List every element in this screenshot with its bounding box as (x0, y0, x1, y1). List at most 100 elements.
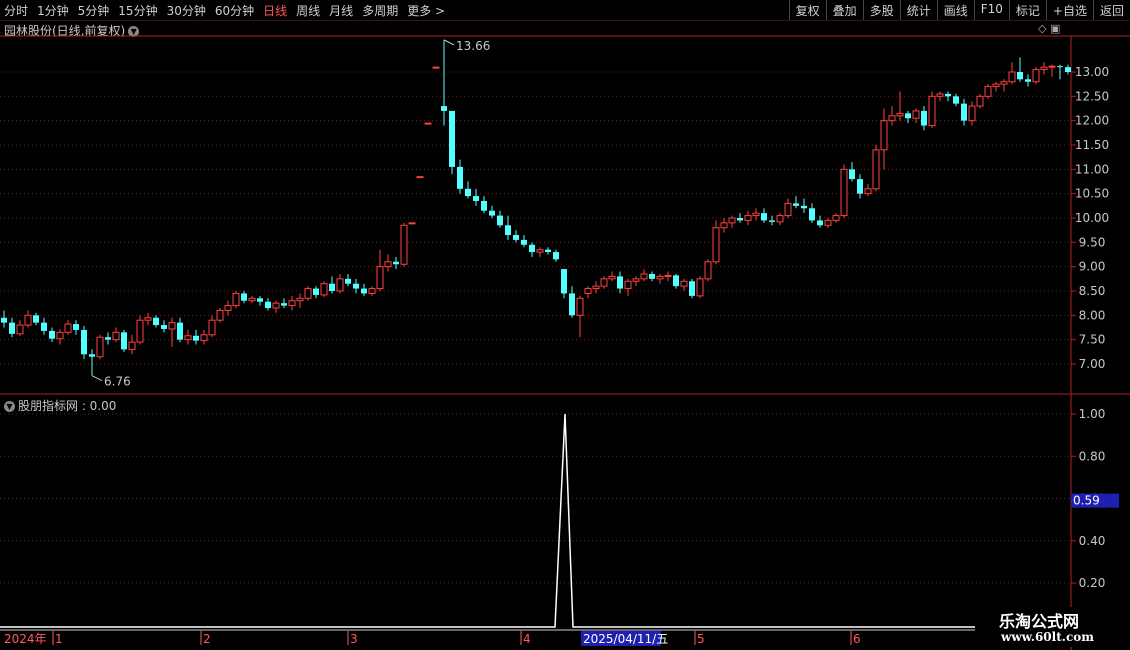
candle-body-down (1057, 66, 1063, 68)
candle-body-down (689, 281, 695, 296)
action-button-5[interactable]: F10 (973, 0, 1009, 20)
candle-body-up (752, 212, 760, 217)
month-label: 6 (853, 632, 861, 646)
action-button-1[interactable]: 叠加 (825, 0, 863, 20)
candle-body-up (272, 302, 280, 309)
action-button-3[interactable]: 统计 (899, 0, 937, 20)
candle-body-up (224, 305, 232, 311)
candle-body-up (864, 188, 872, 195)
candle-body-down (441, 106, 447, 111)
candle-body-up (16, 324, 24, 335)
candle-body-down (513, 235, 519, 240)
candle-body-up (776, 215, 784, 223)
action-button-4[interactable]: 画线 (936, 0, 974, 20)
candle-body-down (561, 269, 567, 294)
cursor-value-box (1071, 493, 1119, 508)
candle-body-up (24, 314, 32, 326)
candle-body-down (617, 276, 623, 289)
action-button-0[interactable]: 复权 (788, 0, 826, 20)
candle-body-up (64, 323, 72, 333)
price-chart[interactable]: 13.0012.5012.0011.5011.0010.5010.009.509… (0, 0, 1130, 650)
period-tab-2[interactable]: 5分钟 (78, 2, 110, 19)
candle-body-down (801, 205, 807, 209)
action-button-7[interactable]: +自选 (1045, 0, 1093, 20)
candle-body-up (536, 249, 544, 253)
period-tab-9[interactable]: 多周期 (362, 2, 398, 19)
candle-body-down (521, 239, 527, 245)
price-tick-label: 13.00 (1075, 65, 1109, 79)
price-tick-label: 9.00 (1079, 260, 1106, 274)
chevron-down-icon[interactable]: ▼ (4, 401, 15, 412)
period-tab-3[interactable]: 15分钟 (118, 2, 157, 19)
period-tab-8[interactable]: 月线 (329, 2, 353, 19)
candle-body-up (136, 319, 144, 343)
candle-body-up (888, 115, 896, 122)
period-tab-5[interactable]: 60分钟 (215, 2, 254, 19)
candle-body-up (744, 215, 752, 221)
period-tab-6[interactable]: 日线 (263, 2, 287, 19)
cursor-date-box (581, 631, 661, 646)
period-tab-0[interactable]: 分时 (4, 2, 28, 19)
chevron-down-icon[interactable]: ▼ (128, 26, 140, 37)
candle-body-up (112, 331, 120, 341)
action-button-2[interactable]: 多股 (862, 0, 900, 20)
action-button-6[interactable]: 标记 (1008, 0, 1046, 20)
candle-body-down (345, 278, 351, 284)
price-tick-label: 12.00 (1075, 114, 1109, 128)
candle-body-down (9, 322, 15, 334)
watermark-url: www.60lt.com (1001, 630, 1094, 644)
candle-body-up (880, 120, 888, 151)
period-toolbar: 分时 1分钟 5分钟 15分钟 30分钟 60分钟 日线 周线 月线 多周期 更多 > 复权 叠加 多股… (0, 0, 1130, 21)
candle-body-down (497, 215, 503, 226)
candle-body-down (505, 225, 511, 236)
candle-body-up (1048, 65, 1056, 68)
candle-body-down (793, 203, 799, 206)
candle-body-up (416, 176, 424, 179)
candle-body-down (945, 93, 951, 97)
candle-body-down (41, 322, 47, 331)
candle-body-down (529, 244, 535, 253)
chart-corner-icons[interactable]: ◇ ▣ (1038, 22, 1060, 35)
candle-body-up (584, 288, 592, 294)
candle-body-up (632, 278, 640, 282)
period-tab-4[interactable]: 30分钟 (167, 2, 206, 19)
max-price-label: 13.66 (456, 39, 490, 53)
window-icon[interactable]: ▣ (1050, 22, 1060, 35)
candle-body-down (673, 275, 679, 287)
candle-body-down (393, 261, 399, 265)
candle-body-down (809, 208, 815, 221)
candle-body-down (361, 288, 367, 294)
candle-body-up (304, 288, 312, 299)
candle-body-up (56, 331, 64, 340)
candle-body-down (769, 220, 775, 222)
candle-body-down (761, 213, 767, 221)
candle-body-down (33, 315, 39, 323)
period-tab-1[interactable]: 1分钟 (37, 2, 69, 19)
candle-body-down (81, 329, 87, 355)
period-tab-7[interactable]: 周线 (296, 2, 320, 19)
candle-body-down (89, 354, 95, 357)
indicator-tick-label: 1.00 (1079, 407, 1106, 421)
indicator-title[interactable]: ▼ 股朋指标网 : 0.00 (4, 397, 116, 414)
candle-body-down (241, 293, 247, 301)
candle-body-up (400, 224, 408, 265)
candle-body-up (832, 215, 840, 221)
action-button-8[interactable]: 返回 (1092, 0, 1130, 20)
chart-title[interactable]: 园林股份(日线,前复权) ▼ (4, 22, 140, 39)
indicator-tick-label: 0.80 (1079, 449, 1106, 463)
candle-body-down (105, 337, 111, 340)
candle-body-up (424, 122, 432, 125)
period-tab-10[interactable]: 更多 > (407, 2, 445, 19)
candle-body-down (1, 317, 7, 323)
diamond-icon[interactable]: ◇ (1038, 22, 1046, 35)
candle-body-down (281, 303, 287, 306)
candle-body-up (1008, 71, 1016, 83)
candle-body-up (368, 288, 376, 294)
candle-body-up (248, 297, 256, 302)
candle-body-up (704, 261, 712, 280)
candle-body-down (921, 110, 927, 126)
candle-body-down (481, 200, 487, 211)
candle-body-up (384, 261, 392, 268)
candle-body-down (193, 335, 199, 341)
candle-body-up (992, 83, 1000, 88)
